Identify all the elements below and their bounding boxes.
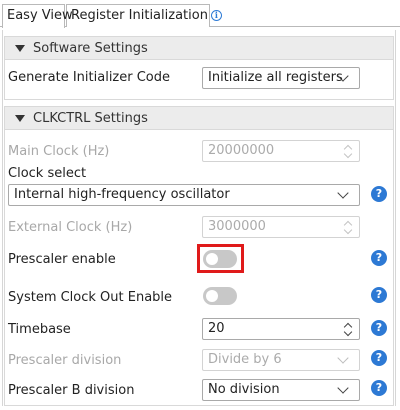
clkctrl-settings-title: CLKCTRL Settings [33,111,148,126]
spinner-down-icon[interactable] [343,225,353,235]
clock-select-value: Internal high-frequency oscillator [14,187,230,202]
collapse-triangle-icon [15,115,25,122]
prescaler-enable-label: Prescaler enable [8,252,116,267]
toggle-knob [206,290,218,302]
prescaler-b-division-help-icon[interactable]: ? [371,380,387,396]
clock-select-help-icon[interactable]: ? [371,186,387,202]
spinner-down-icon[interactable] [343,149,353,159]
generate-initializer-code-value: Initialize all registers [208,70,343,85]
software-settings-title: Software Settings [33,41,148,56]
prescaler-enable-toggle[interactable] [203,250,237,268]
tab-register-initialization-label: Register Initialization [71,8,208,23]
main-clock-spinner[interactable]: 20000000 [202,140,360,162]
prescaler-b-division-value: No division [208,382,280,397]
prescaler-b-division-label: Prescaler B division [8,383,135,398]
info-icon[interactable]: i [210,10,222,21]
spinner-down-icon[interactable] [343,327,353,337]
tab-bar: Easy View Register Initialization i [0,0,400,28]
tab-easy-view-label: Easy View [7,8,73,23]
collapse-triangle-icon [15,45,25,52]
timebase-help-icon[interactable]: ? [371,320,387,336]
chevron-down-icon [337,382,349,394]
clock-select-label: Clock select [8,166,87,181]
system-clock-out-enable-toggle[interactable] [203,287,237,305]
prescaler-division-help-icon[interactable]: ? [371,350,387,366]
prescaler-division-value: Divide by 6 [208,352,282,367]
external-clock-spinner[interactable]: 3000000 [202,216,360,238]
chevron-down-icon [337,352,349,364]
main-clock-value: 20000000 [208,143,275,158]
external-clock-value: 3000000 [208,219,266,234]
prescaler-division-label: Prescaler division [8,353,122,368]
software-settings-header[interactable]: Software Settings [4,36,394,60]
external-clock-label: External Clock (Hz) [8,220,133,235]
prescaler-division-select[interactable]: Divide by 6 [202,349,360,371]
clkctrl-settings-header[interactable]: CLKCTRL Settings [4,106,394,130]
chevron-down-icon [337,187,349,199]
tab-register-initialization[interactable]: Register Initialization i [66,4,222,27]
tab-easy-view[interactable]: Easy View [2,4,73,28]
generate-initializer-code-label: Generate Initializer Code [8,70,171,85]
system-clock-out-enable-help-icon[interactable]: ? [371,287,387,303]
main-clock-label: Main Clock (Hz) [8,144,110,159]
prescaler-b-division-select[interactable]: No division [202,379,360,401]
timebase-label: Timebase [8,322,71,337]
timebase-value: 20 [208,321,225,336]
clock-select-dropdown[interactable]: Internal high-frequency oscillator [8,184,360,206]
system-clock-out-enable-label: System Clock Out Enable [8,290,173,305]
toggle-knob [206,253,218,265]
prescaler-enable-help-icon[interactable]: ? [371,250,387,266]
generate-initializer-code-select[interactable]: Initialize all registers [202,67,360,89]
timebase-spinner[interactable]: 20 [202,318,360,340]
